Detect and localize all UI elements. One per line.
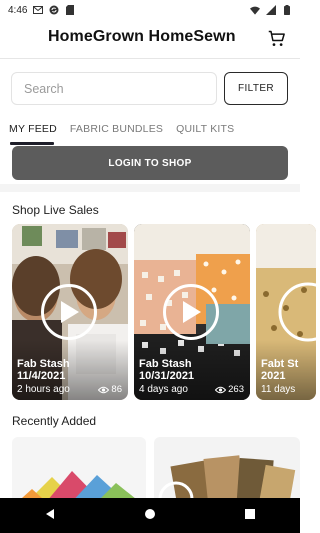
back-button[interactable] xyxy=(44,507,56,525)
recent-item-card[interactable] xyxy=(12,437,146,507)
recent-item-thumbnail xyxy=(154,437,300,507)
home-icon xyxy=(145,508,155,519)
play-icon xyxy=(183,301,201,323)
sale-views: 86 xyxy=(98,384,122,395)
tab-fabric-bundles[interactable]: FABRIC BUNDLES xyxy=(70,123,163,135)
sale-views: 263 xyxy=(215,384,244,395)
status-left: 4:46 xyxy=(8,5,75,16)
view-count: 86 xyxy=(111,384,122,395)
play-button[interactable] xyxy=(41,284,97,340)
live-sale-card[interactable]: Fab Stash 11/4/2021 2 hours ago 86 xyxy=(12,224,128,400)
home-button[interactable] xyxy=(144,507,156,525)
sale-name: Fabt St xyxy=(261,358,299,370)
play-button[interactable] xyxy=(163,284,219,340)
live-sale-card[interactable]: Fab Stash 10/31/2021 4 days ago 263 xyxy=(134,224,250,400)
active-tab-indicator xyxy=(10,142,54,145)
tab-my-feed[interactable]: MY FEED xyxy=(9,123,57,135)
live-sales-carousel[interactable]: Fab Stash 11/4/2021 2 hours ago 86 Fab S… xyxy=(12,224,316,400)
section-separator xyxy=(0,184,300,192)
cart-button[interactable] xyxy=(266,28,288,50)
sale-time-ago: 11 days xyxy=(261,384,296,395)
recently-added-carousel[interactable] xyxy=(12,437,300,507)
cart-icon xyxy=(268,30,285,46)
system-nav-bar xyxy=(0,498,300,533)
sale-time-ago: 2 hours ago xyxy=(17,384,70,395)
section-separator xyxy=(0,400,300,406)
view-count: 263 xyxy=(228,384,244,395)
sale-date: 11/4/2021 xyxy=(17,370,66,382)
recently-added-title: Recently Added xyxy=(12,414,97,428)
sync-icon xyxy=(49,5,59,15)
signal-icon xyxy=(266,5,276,15)
status-right xyxy=(250,5,292,15)
header-divider xyxy=(0,58,300,59)
app-bar: HomeGrown HomeSewn xyxy=(0,22,300,58)
sale-date: 10/31/2021 xyxy=(139,370,195,382)
battery-icon xyxy=(282,5,292,15)
feed-tabs: MY FEED FABRIC BUNDLES QUILT KITS xyxy=(0,118,300,140)
recents-button[interactable] xyxy=(244,507,256,525)
sale-name: Fab Stash xyxy=(17,358,70,370)
recent-item-thumbnail xyxy=(12,437,146,507)
login-to-shop-button[interactable]: LOGIN TO SHOP xyxy=(12,146,288,180)
status-time: 4:46 xyxy=(8,4,28,16)
wifi-icon xyxy=(250,5,260,15)
sd-card-icon xyxy=(65,5,75,15)
tab-quilt-kits[interactable]: QUILT KITS xyxy=(176,123,234,135)
play-icon xyxy=(61,301,79,323)
sale-time-ago: 4 days ago xyxy=(139,384,188,395)
live-sale-card[interactable]: Fabt St 2021 11 days xyxy=(256,224,316,400)
app-title: HomeGrown HomeSewn xyxy=(48,28,236,45)
eye-icon xyxy=(98,386,110,393)
gmail-icon xyxy=(33,5,44,15)
eye-icon xyxy=(215,386,227,393)
sale-name: Fab Stash xyxy=(139,358,192,370)
live-sales-title: Shop Live Sales xyxy=(12,203,99,217)
recent-item-card[interactable] xyxy=(154,437,300,507)
search-field[interactable] xyxy=(11,72,217,105)
search-input[interactable] xyxy=(24,81,204,96)
back-icon xyxy=(46,508,54,519)
status-bar: 4:46 xyxy=(0,0,300,20)
sale-date: 2021 xyxy=(261,370,286,382)
recents-icon xyxy=(245,508,255,519)
filter-button[interactable]: FILTER xyxy=(224,72,288,105)
